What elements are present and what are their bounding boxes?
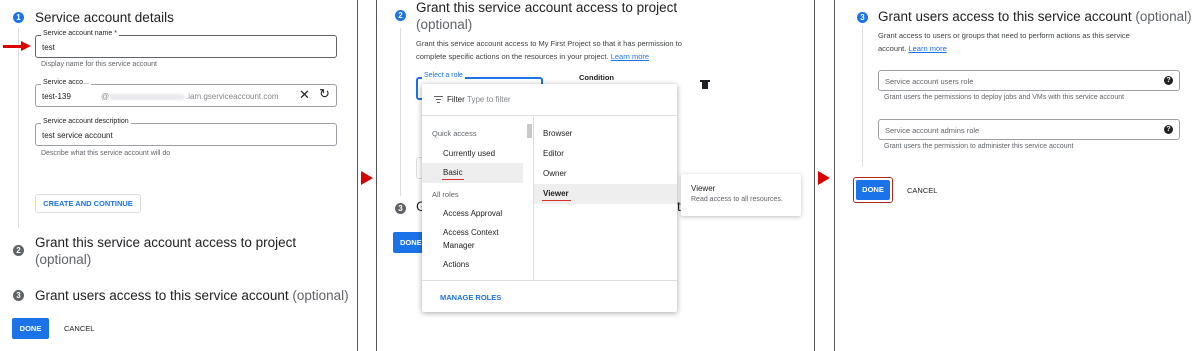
learn-more-link[interactable]: Learn more xyxy=(908,44,946,53)
role-category-access-context-manager-line2: Manager xyxy=(443,241,475,250)
delete-icon[interactable] xyxy=(700,80,710,89)
viewer-underline xyxy=(542,200,571,201)
role-category-basic-highlight[interactable] xyxy=(422,163,523,183)
done-button[interactable]: DONE xyxy=(393,232,423,253)
field-label: Service account name * xyxy=(41,30,119,37)
step-2-description-line-2: complete specific actions on the resourc… xyxy=(416,51,649,62)
step-3-title: Grant users access to this service accou… xyxy=(35,288,349,303)
viewer-tooltip: Viewer Read access to all resources. xyxy=(681,174,801,216)
step-3-badge: 3 xyxy=(395,203,406,214)
learn-more-link[interactable]: Learn more xyxy=(611,52,649,61)
cancel-button[interactable]: CANCEL xyxy=(64,324,94,333)
description-text: complete specific actions on the resourc… xyxy=(416,52,609,61)
done-button[interactable]: DONE xyxy=(856,180,890,200)
select-role-label: Select a role xyxy=(422,72,465,79)
filter-icon xyxy=(434,96,443,103)
field-label: Service acco... xyxy=(41,79,91,86)
step-2-description-line-1: Grant this service account access to My … xyxy=(416,39,682,48)
tooltip-title: Viewer xyxy=(691,184,716,193)
admins-role-helper-text: Grant users the permission to administer… xyxy=(884,143,1074,150)
step-2-badge: 2 xyxy=(395,10,406,21)
step-1-badge: 1 xyxy=(13,12,24,23)
stepper-line xyxy=(18,28,19,228)
all-roles-heading: All roles xyxy=(432,190,459,199)
service-account-id-field[interactable]: Service acco... test-139 @ .iam.gservice… xyxy=(35,79,337,107)
quick-access-heading: Quick access xyxy=(432,129,477,138)
divider-1 xyxy=(357,0,358,351)
role-category-currently-used[interactable]: Currently used xyxy=(443,149,495,158)
stepper-line xyxy=(862,26,863,166)
step-2-optional: (optional) xyxy=(35,252,92,267)
cancel-button[interactable]: CANCEL xyxy=(907,186,937,195)
panel-grant-project-access: 2 Grant this service account access to p… xyxy=(377,0,814,351)
red-arrow-icon xyxy=(3,41,33,52)
field-value: test-139 xyxy=(42,92,71,101)
refresh-icon[interactable]: ↻ xyxy=(319,86,330,102)
stepper-line xyxy=(400,28,401,196)
left-list-scrollbar[interactable] xyxy=(527,124,532,138)
step-3-title-text: Grant users access to this service accou… xyxy=(35,288,289,303)
field-value: test xyxy=(42,43,55,52)
role-dropdown-menu: Filter Type to filter Quick access Curre… xyxy=(422,84,677,312)
description-text: account. xyxy=(878,44,907,53)
role-category-actions[interactable]: Actions xyxy=(443,260,469,269)
field-placeholder: Service account users role xyxy=(885,77,974,86)
manage-roles-button[interactable]: MANAGE ROLES xyxy=(440,293,501,302)
name-helper-text: Display name for this service account xyxy=(41,61,157,68)
divider-3 xyxy=(814,0,815,351)
role-category-basic[interactable]: Basic xyxy=(443,168,463,177)
create-and-continue-button[interactable]: CREATE AND CONTINUE xyxy=(35,194,141,213)
filter-label: Filter xyxy=(447,95,465,104)
flow-arrow-icon xyxy=(818,171,830,185)
step-3-badge: 3 xyxy=(857,12,868,23)
field-placeholder: Service account admins role xyxy=(885,126,980,135)
domain-suffix: .iam.gserviceaccount.com xyxy=(186,92,279,101)
role-browser[interactable]: Browser xyxy=(543,129,572,138)
clear-icon[interactable]: ✕ xyxy=(299,87,310,103)
flow-arrow-icon xyxy=(361,171,373,185)
role-viewer[interactable]: Viewer xyxy=(543,189,569,198)
panel-grant-users-access: 3 Grant users access to this service acc… xyxy=(835,0,1200,351)
role-category-access-context-manager[interactable]: Access Context xyxy=(443,228,499,237)
step-2-title: Grant this service account access to pro… xyxy=(416,0,678,15)
step-3-optional: (optional) xyxy=(1135,9,1192,24)
service-account-name-field[interactable]: Service account name * test xyxy=(35,30,337,58)
service-account-admins-role-field[interactable]: Service account admins role ? xyxy=(878,119,1180,140)
field-value: test service account xyxy=(42,131,113,140)
step-3-title-text: Grant users access to this service accou… xyxy=(878,9,1132,24)
done-button[interactable]: DONE xyxy=(12,318,49,339)
service-account-description-field[interactable]: Service account description test service… xyxy=(35,118,337,146)
description-helper-text: Describe what this service account will … xyxy=(41,150,171,157)
blurred-project-id xyxy=(109,94,185,100)
step-3-description-line-2: account. Learn more xyxy=(878,43,947,54)
step-3-title: Grant users access to this service accou… xyxy=(878,9,1192,24)
help-icon[interactable]: ? xyxy=(1164,125,1173,134)
role-category-access-approval[interactable]: Access Approval xyxy=(443,209,502,218)
role-owner[interactable]: Owner xyxy=(543,169,567,178)
step-3-badge: 3 xyxy=(13,290,24,301)
step-2-badge: 2 xyxy=(13,245,24,256)
service-account-users-role-field[interactable]: Service account users role ? xyxy=(878,70,1180,91)
field-label: Service account description xyxy=(41,118,131,125)
basic-underline xyxy=(442,179,464,180)
role-editor[interactable]: Editor xyxy=(543,149,564,158)
condition-label: Condition xyxy=(579,73,614,82)
step-1-title: Service account details xyxy=(35,10,174,25)
domain-prefix: @ xyxy=(101,92,110,101)
help-icon[interactable]: ? xyxy=(1164,76,1173,85)
menu-footer-divider xyxy=(422,280,677,281)
filter-placeholder: Type to filter xyxy=(467,95,511,104)
tooltip-description: Read access to all resources. xyxy=(691,196,783,203)
step-2-optional: (optional) xyxy=(416,17,473,32)
step-3-optional: (optional) xyxy=(292,288,349,303)
step-2-title: Grant this service account access to pro… xyxy=(35,235,297,250)
users-role-helper-text: Grant users the permissions to deploy jo… xyxy=(884,94,1125,101)
filter-bar[interactable]: Filter Type to filter xyxy=(422,84,677,116)
panel-service-account-details: 1 Service account details Service accoun… xyxy=(0,0,357,351)
step-3-description-line-1: Grant access to users or groups that nee… xyxy=(878,31,1130,40)
